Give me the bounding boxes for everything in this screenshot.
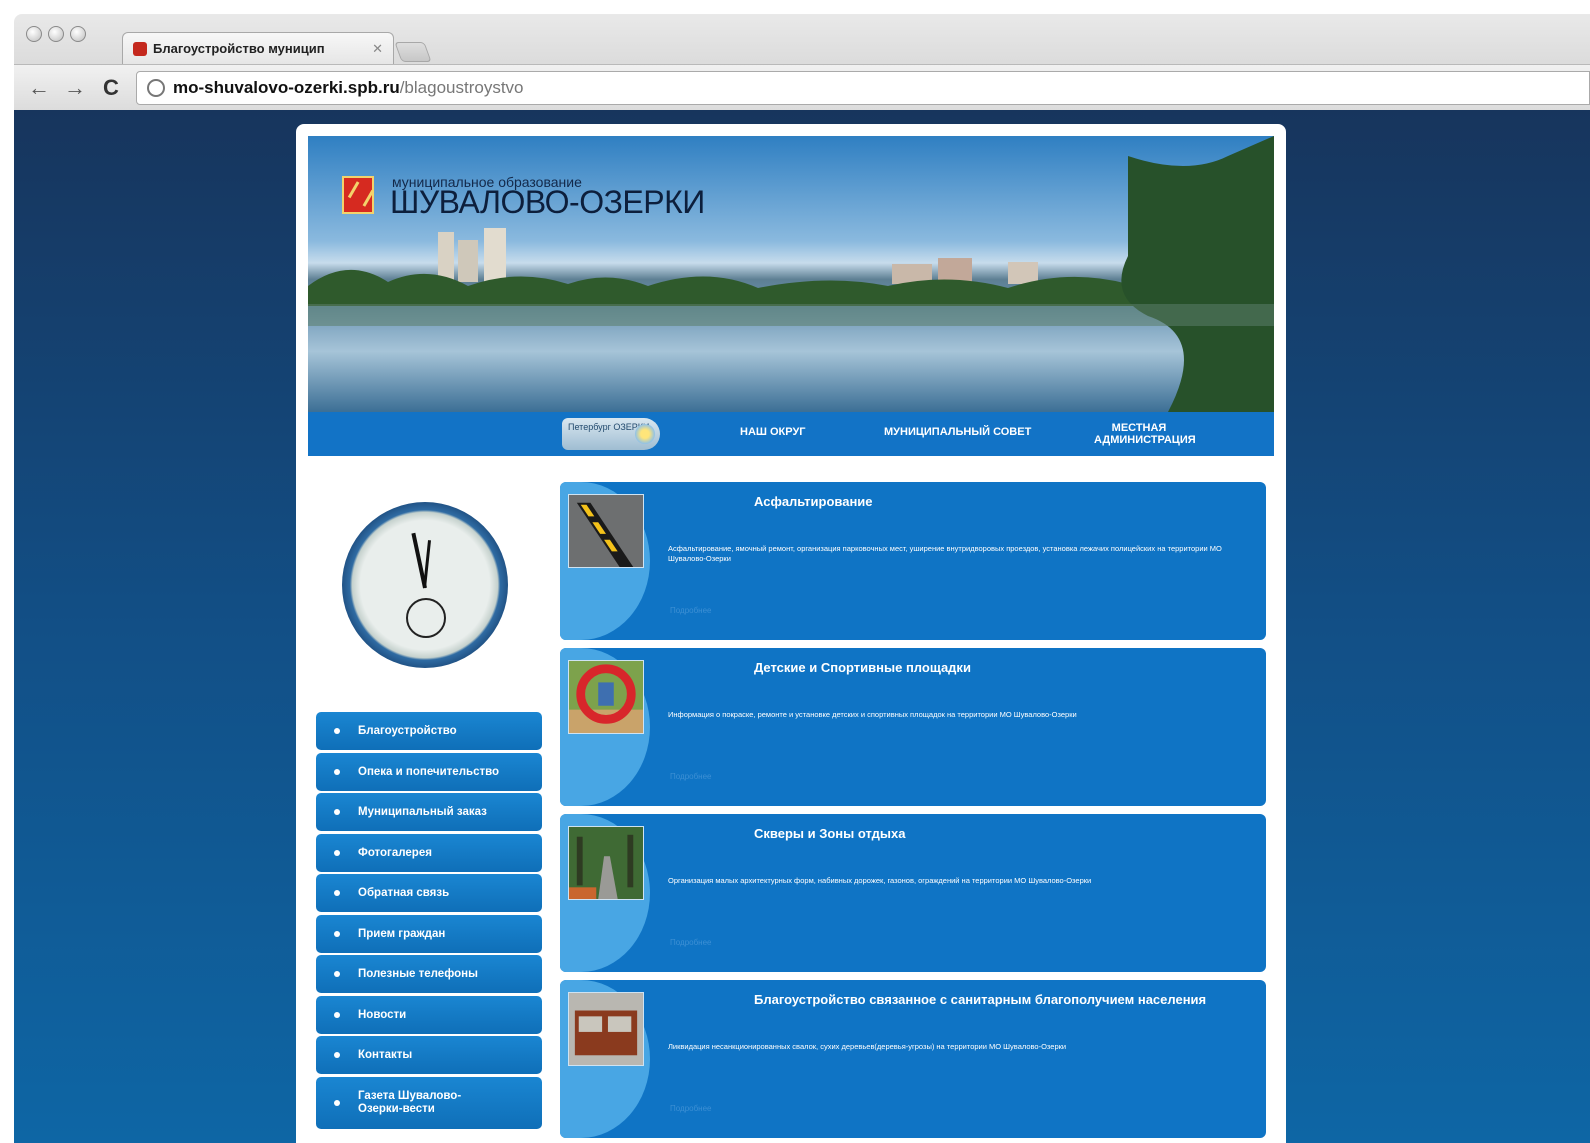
sidebar-item-label: Прием граждан [358, 927, 446, 940]
nav-item-our-district[interactable]: НАШ ОКРУГ [740, 426, 806, 438]
sidebar-item-newspaper[interactable]: Газета Шувалово-Озерки-вести [316, 1076, 542, 1129]
browser-window: Благоустройство муницип ✕ ← → C mo-shuva… [14, 14, 1590, 110]
nav-item-local-administration[interactable]: МЕСТНАЯ АДМИНИСТРАЦИЯ [1094, 422, 1196, 446]
sidebar-item-label: Новости [358, 1008, 407, 1021]
bullet-icon [334, 1099, 340, 1106]
card-title[interactable]: Скверы и Зоны отдыха [754, 826, 1224, 842]
sidebar-item-label: Фотогалерея [358, 846, 432, 859]
waste-container-image [568, 992, 644, 1066]
nav-item-municipal-council[interactable]: МУНИЦИПАЛЬНЫЙ СОВЕТ [884, 426, 1031, 438]
clock-icon [342, 502, 508, 668]
bullet-icon [334, 1052, 340, 1058]
url-path: /blagoustroystvo [399, 77, 524, 97]
back-arrow-icon[interactable]: ← [28, 76, 50, 99]
card-more-link[interactable]: Подробнее [670, 772, 712, 781]
url-host: mo-shuvalovo-ozerki.spb.ru [173, 77, 400, 97]
clock-minute-hand [423, 540, 432, 589]
zoom-window-button[interactable] [70, 26, 86, 42]
sidebar-item-guardianship[interactable]: Опека и попечительство [316, 752, 542, 791]
card-more-link[interactable]: Подробнее [670, 1104, 712, 1113]
sidebar-item-label: Муниципальный заказ [358, 806, 487, 818]
speed-bump-image [568, 494, 644, 568]
card-text: Информация о покраске, ремонте и установ… [668, 710, 1077, 719]
sidebar-item-news[interactable]: Новости [316, 995, 542, 1034]
page-background: муниципальное образование ШУВАЛОВО-ОЗЕРК… [14, 110, 1590, 1143]
minimize-window-button[interactable] [48, 26, 64, 42]
reload-icon[interactable]: C [100, 76, 122, 99]
site-container: муниципальное образование ШУВАЛОВО-ОЗЕРК… [296, 124, 1286, 1143]
card-more-link[interactable]: Подробнее [670, 938, 712, 947]
playground-image [568, 660, 644, 734]
card-text: Организация малых архитектурных форм, на… [668, 876, 1092, 885]
bullet-icon [334, 809, 340, 815]
sidebar-item-label: Благоустройство [358, 725, 457, 737]
clock-subdial [406, 598, 446, 638]
browser-tab[interactable]: Благоустройство муницип ✕ [122, 32, 394, 64]
site-favicon-icon [133, 41, 147, 56]
sidebar-item-label: Полезные телефоны [358, 968, 478, 980]
card-title[interactable]: Детские и Спортивные площадки [754, 660, 1224, 676]
sidebar-item-photo-gallery[interactable]: Фотогалерея [316, 833, 542, 872]
window-controls [26, 26, 86, 42]
card-text: Асфальтирование, ямочный ремонт, организ… [668, 544, 1222, 563]
bullet-icon [334, 1011, 340, 1018]
bullet-icon [334, 728, 340, 734]
card-text: Ликвидация несанкционированных свалок, с… [668, 1042, 1067, 1051]
site-title[interactable]: ШУВАЛОВО-ОЗЕРКИ [390, 184, 705, 221]
sidebar-item-feedback[interactable]: Обратная связь [316, 874, 542, 912]
browser-toolbar: ← → C mo-shuvalovo-ozerki.spb.ru/blagous… [14, 64, 1590, 110]
coat-of-arms-icon [342, 176, 374, 214]
card-title[interactable]: Благоустройство связанное с санитарным б… [754, 992, 1224, 1008]
tab-close-icon[interactable]: ✕ [372, 41, 383, 57]
globe-icon [147, 78, 165, 97]
content-cards: Асфальтирование Асфальтирование, ямочный… [560, 482, 1266, 1143]
card-playgrounds[interactable]: Детские и Спортивные площадки Информация… [560, 648, 1266, 806]
header-banner: муниципальное образование ШУВАЛОВО-ОЗЕРК… [308, 136, 1274, 412]
spb-ozerki-badge[interactable]: Петербург ОЗЕРКИ [562, 418, 660, 450]
close-window-button[interactable] [26, 26, 42, 42]
bullet-icon [334, 768, 340, 775]
bullet-icon [334, 890, 340, 896]
park-alley-image [568, 826, 644, 900]
bullet-icon [334, 849, 340, 856]
card-sanitation[interactable]: Благоустройство связанное с санитарным б… [560, 980, 1266, 1138]
bullet-icon [334, 971, 340, 977]
tab-title: Благоустройство муницип [153, 41, 325, 56]
bullet-icon [334, 930, 340, 937]
address-bar[interactable]: mo-shuvalovo-ozerki.spb.ru/blagoustroyst… [136, 70, 1590, 105]
forward-arrow-icon[interactable]: → [64, 76, 86, 99]
card-more-link[interactable]: Подробнее [670, 606, 712, 615]
sun-icon [635, 424, 655, 444]
sidebar-item-useful-phones[interactable]: Полезные телефоны [316, 955, 542, 993]
new-tab-button[interactable] [394, 42, 432, 62]
sidebar-menu: Благоустройство Опека и попечительство М… [316, 712, 542, 1131]
top-navigation: Петербург ОЗЕРКИ НАШ ОКРУГ МУНИЦИПАЛЬНЫЙ… [308, 412, 1274, 456]
sidebar-item-label: Обратная связь [358, 887, 450, 899]
sidebar-item-label: Опека и попечительство [358, 765, 500, 778]
sidebar-item-blagoustroystvo[interactable]: Благоустройство [316, 712, 542, 750]
card-squares[interactable]: Скверы и Зоны отдыха Организация малых а… [560, 814, 1266, 972]
sidebar-item-label: Контакты [358, 1049, 413, 1061]
card-title[interactable]: Асфальтирование [754, 494, 1224, 510]
sidebar-item-label: Газета Шувалово-Озерки-вести [358, 1089, 462, 1115]
sidebar-item-citizen-reception[interactable]: Прием граждан [316, 914, 542, 953]
card-asphalt[interactable]: Асфальтирование Асфальтирование, ямочный… [560, 482, 1266, 640]
sidebar-item-contacts[interactable]: Контакты [316, 1036, 542, 1074]
sidebar-item-municipal-order[interactable]: Муниципальный заказ [316, 793, 542, 831]
